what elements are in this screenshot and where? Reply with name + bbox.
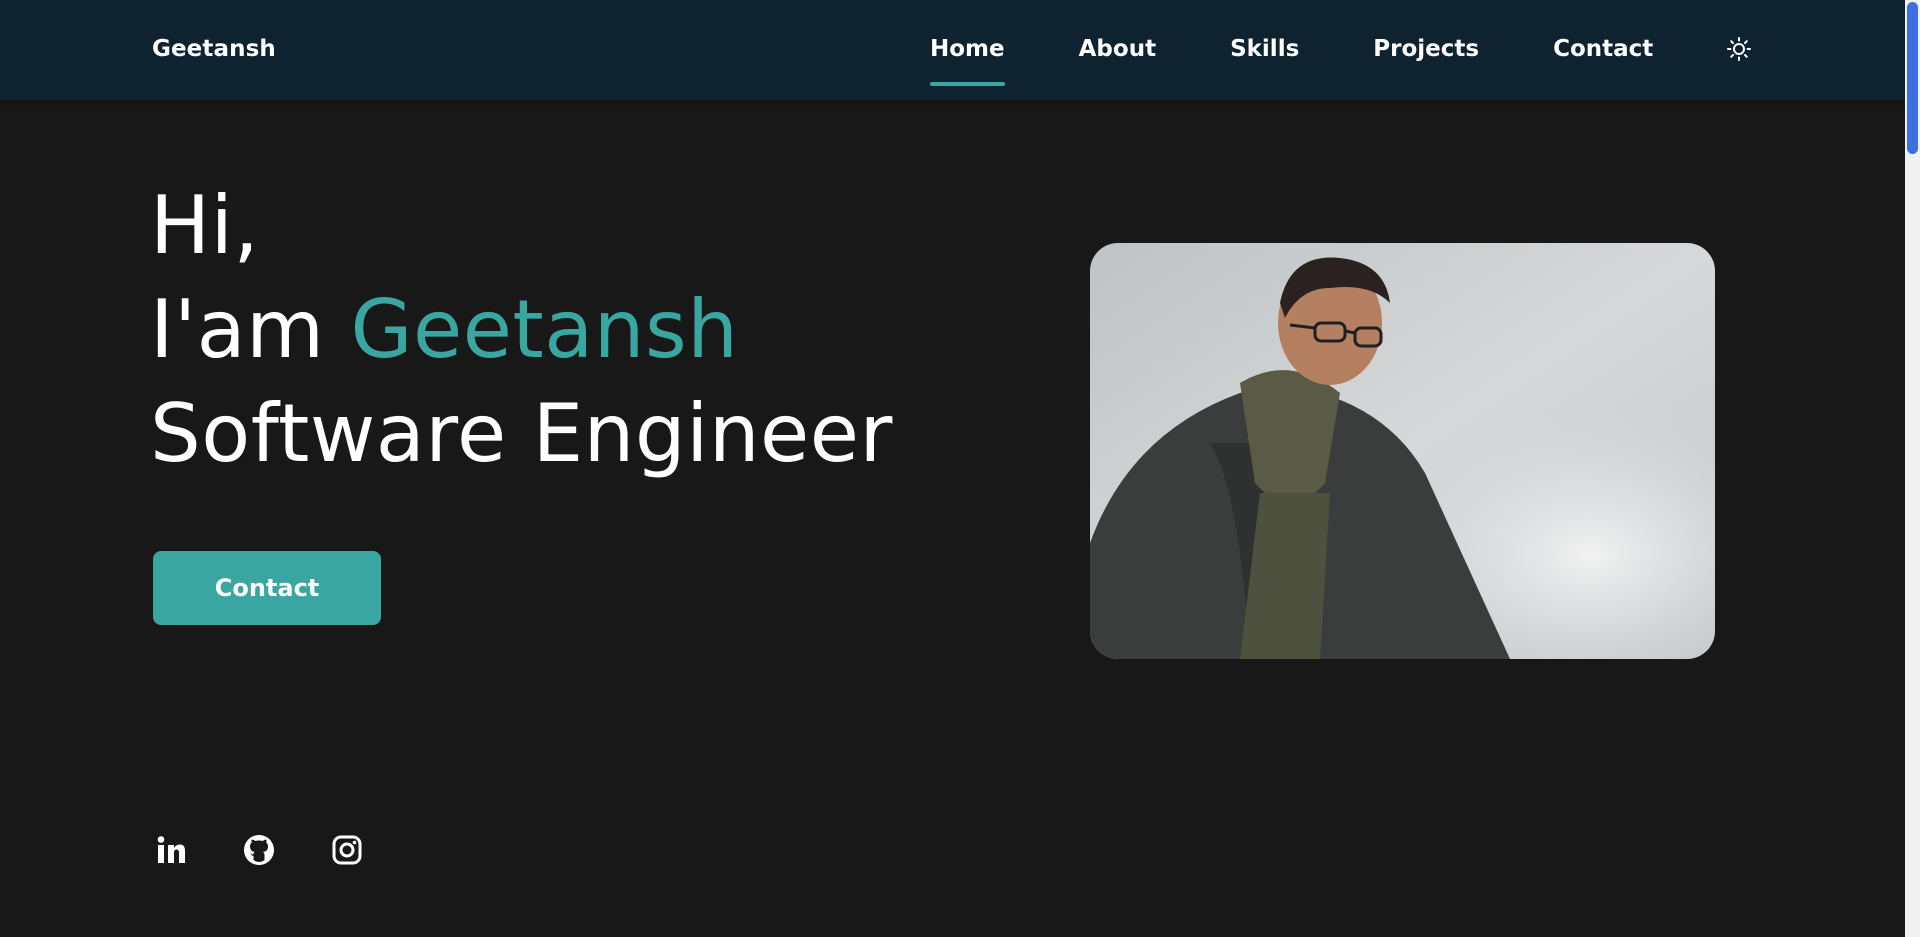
site-logo[interactable]: Geetansh [152,36,276,62]
nav-contact[interactable]: Contact [1553,36,1653,62]
instagram-icon[interactable] [329,832,365,868]
nav-projects[interactable]: Projects [1373,36,1479,62]
page: Geetansh Home About Skills Projects Cont… [0,0,1920,937]
site-header: Geetansh Home About Skills Projects Cont… [0,0,1905,100]
nav-home[interactable]: Home [930,36,1005,86]
scrollbar[interactable] [1905,0,1920,937]
hero-greeting: Hi, [150,179,260,272]
github-icon[interactable] [241,832,277,868]
hero-name: Geetansh [350,283,739,376]
social-links [153,832,365,868]
contact-button[interactable]: Contact [153,551,381,625]
scroll-thumb[interactable] [1907,2,1918,154]
hero-role: Software Engineer [150,387,893,480]
nav-about[interactable]: About [1079,36,1156,62]
hero-intro: I'am Geetansh [150,280,738,380]
main-nav: Home About Skills Projects Contact [930,36,1653,86]
nav-skills[interactable]: Skills [1230,36,1299,62]
linkedin-icon[interactable] [153,832,189,868]
hero-intro-prefix: I'am [150,283,325,376]
profile-photo [1090,243,1715,659]
sun-icon[interactable] [1726,36,1752,62]
